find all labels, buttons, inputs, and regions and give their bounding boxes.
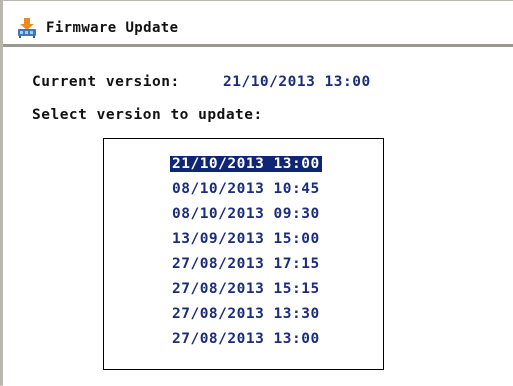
version-item-text: 13/09/2013 15:00 bbox=[172, 231, 320, 247]
title-bar: Firmware Update bbox=[3, 1, 513, 47]
version-list-item[interactable]: 21/10/2013 13:00 bbox=[104, 154, 383, 176]
version-item-text: 27/08/2013 13:30 bbox=[172, 306, 320, 322]
version-item-text: 27/08/2013 17:15 bbox=[172, 256, 320, 272]
firmware-update-icon bbox=[16, 17, 38, 39]
select-version-label: Select version to update: bbox=[32, 107, 263, 123]
version-item-text: 08/10/2013 10:45 bbox=[172, 181, 320, 197]
version-item-text: 27/08/2013 13:00 bbox=[172, 331, 320, 347]
version-item-text: 21/10/2013 13:00 bbox=[170, 156, 322, 172]
current-version-label: Current version: bbox=[32, 74, 180, 90]
version-item-text: 08/10/2013 09:30 bbox=[172, 206, 320, 222]
version-list-item[interactable]: 08/10/2013 10:45 bbox=[104, 179, 383, 201]
window-title: Firmware Update bbox=[46, 20, 179, 36]
version-listbox[interactable]: 21/10/2013 13:00 08/10/2013 10:45 08/10/… bbox=[103, 138, 384, 370]
version-item-text: 27/08/2013 15:15 bbox=[172, 281, 320, 297]
version-list-item[interactable]: 08/10/2013 09:30 bbox=[104, 204, 383, 226]
version-list-item[interactable]: 27/08/2013 13:00 bbox=[104, 329, 383, 351]
firmware-update-window: Firmware Update Current version: 21/10/2… bbox=[0, 0, 513, 386]
version-list-item[interactable]: 27/08/2013 13:30 bbox=[104, 304, 383, 326]
version-list-item[interactable]: 13/09/2013 15:00 bbox=[104, 229, 383, 251]
version-list-item[interactable]: 27/08/2013 17:15 bbox=[104, 254, 383, 276]
current-version-value: 21/10/2013 13:00 bbox=[223, 74, 371, 90]
content-area: Current version: 21/10/2013 13:00 Select… bbox=[3, 50, 513, 386]
version-list-item[interactable]: 27/08/2013 15:15 bbox=[104, 279, 383, 301]
